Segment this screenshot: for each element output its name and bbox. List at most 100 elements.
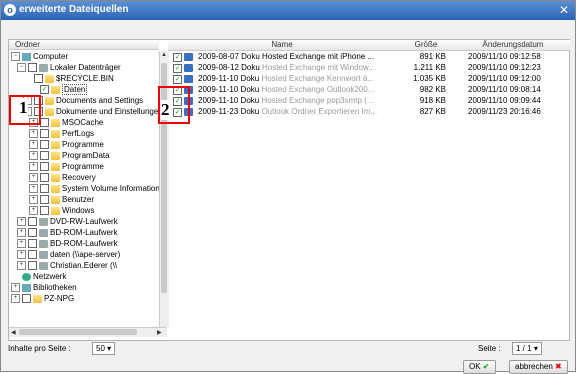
per-page-value: 50 — [96, 344, 105, 353]
tree-item[interactable]: + BD-ROM-Laufwerk — [17, 239, 118, 249]
modified-column-header[interactable]: Änderungsdatum — [456, 40, 570, 51]
tree-item[interactable]: $RECYCLE.BIN — [23, 74, 114, 84]
tree-item[interactable]: + BD-ROM-Laufwerk — [17, 228, 118, 238]
bd-drive-icon — [39, 239, 48, 248]
expand-icon[interactable]: + — [29, 140, 38, 150]
folder-icon — [51, 173, 60, 182]
page-select[interactable]: 1 / 1 ▾ — [512, 342, 542, 355]
size-column-header[interactable]: Größe — [396, 40, 456, 51]
scroll-right-icon[interactable]: ▶ — [157, 329, 162, 336]
expand-icon[interactable]: + — [11, 283, 20, 293]
tree-item[interactable]: + Christian.Ederer (\\ — [17, 261, 117, 271]
scroll-left-icon[interactable]: ◀ — [11, 329, 16, 336]
tree-checkbox[interactable] — [34, 74, 43, 84]
tree-item[interactable]: − Computer — [11, 52, 68, 62]
file-row[interactable]: ✓ 2009-11-10 Doku Hosted Exchange Outlook… — [168, 85, 570, 95]
tree-item[interactable]: + Programme — [29, 162, 104, 172]
file-checkbox[interactable]: ✓ — [173, 64, 182, 73]
document-icon — [184, 75, 193, 83]
tree-item[interactable]: + daten (\\ape-server) — [17, 250, 120, 260]
expand-icon[interactable]: + — [29, 162, 38, 172]
tree-checkbox[interactable] — [28, 250, 37, 260]
tree-checkbox[interactable] — [40, 195, 49, 205]
tree-item-label: Dokumente und Einstellungen — [56, 107, 159, 116]
tree-checkbox[interactable] — [22, 294, 31, 304]
tree-item[interactable]: − Lokaler Datenträger — [17, 63, 121, 73]
file-title: 2009-11-23 Doku — [198, 107, 262, 116]
tree-item-label: $RECYCLE.BIN — [56, 74, 114, 83]
close-icon[interactable]: ✕ — [559, 3, 569, 17]
tree-checkbox[interactable] — [28, 63, 37, 73]
expand-icon[interactable]: + — [29, 195, 38, 205]
folder-column-header[interactable]: Ordner — [9, 40, 159, 50]
collapse-icon[interactable]: − — [17, 63, 26, 73]
tree-item[interactable]: + DVD-RW-Laufwerk — [17, 217, 118, 227]
tree-item-label: BD-ROM-Laufwerk — [50, 228, 118, 237]
tree-checkbox[interactable] — [28, 239, 37, 249]
tree-item[interactable]: + ProgramData — [29, 151, 110, 161]
tree-item-label: BD-ROM-Laufwerk — [50, 239, 118, 248]
folder-icon — [51, 140, 60, 149]
tree-checkbox[interactable] — [40, 206, 49, 216]
collapse-icon[interactable]: − — [11, 52, 20, 62]
check-icon: ✔ — [482, 362, 490, 371]
expand-icon[interactable]: + — [17, 250, 26, 260]
file-title: 2009-11-10 Doku — [198, 85, 262, 94]
tree-item[interactable]: + Windows — [29, 206, 94, 216]
file-subject: Hosted Exchange Kennwort ä... — [261, 74, 374, 83]
tree-checkbox[interactable] — [40, 184, 49, 194]
document-icon — [184, 53, 193, 61]
tree-checkbox[interactable] — [28, 261, 37, 271]
tree-checkbox[interactable] — [40, 118, 49, 128]
dialog-window: o erweiterte Dateiquellen ✕ Ordner Name … — [0, 0, 576, 374]
tree-item[interactable]: Netzwerk — [11, 272, 66, 282]
computer-icon — [22, 52, 31, 61]
tree-item[interactable]: ✓ Daten — [29, 84, 88, 95]
expand-icon[interactable]: + — [17, 228, 26, 238]
tree-item-label: Recovery — [62, 173, 96, 182]
tree-checkbox[interactable] — [40, 151, 49, 161]
tree-item-label: Netzwerk — [33, 272, 67, 281]
tree-item[interactable]: + Bibliotheken — [11, 283, 77, 293]
tree-checkbox[interactable] — [40, 173, 49, 183]
name-column-header[interactable]: Name — [168, 40, 396, 51]
tree-item[interactable]: +Documents and Settings — [23, 96, 143, 106]
tree-checkbox[interactable] — [40, 140, 49, 150]
app-icon: o — [4, 4, 16, 16]
tree-item[interactable]: + PerfLogs — [29, 129, 94, 139]
file-row[interactable]: ✓ 2009-11-23 Doku Outlook Ordner Exportie… — [168, 107, 570, 117]
tree-item[interactable]: + Programme — [29, 140, 104, 150]
tree-checkbox[interactable]: ✓ — [40, 85, 49, 95]
expand-icon[interactable]: + — [17, 239, 26, 249]
expand-icon[interactable]: + — [29, 129, 38, 139]
expand-icon[interactable]: + — [29, 184, 38, 194]
tree-checkbox[interactable] — [28, 217, 37, 227]
file-name: 2009-08-12 Doku Hosted Exchange mit Wind… — [198, 63, 375, 73]
expand-icon[interactable]: + — [29, 206, 38, 216]
tree-item[interactable]: + PZ-NPG — [11, 294, 74, 304]
tree-horizontal-scrollbar[interactable]: ◀ ▶ — [9, 327, 167, 337]
file-row[interactable]: ✓ 2009-11-10 Doku Hosted Exchange Kennwor… — [168, 74, 570, 84]
tree-item[interactable]: + Benutzer — [29, 195, 94, 205]
tree-item[interactable]: + System Volume Information — [29, 184, 159, 194]
tree-checkbox[interactable] — [40, 129, 49, 139]
file-row[interactable]: ✓ 2009-08-07 Doku Hosted Exchange mit iPh… — [168, 52, 570, 62]
tree-checkbox[interactable] — [28, 228, 37, 238]
file-checkbox[interactable]: ✓ — [173, 53, 182, 62]
file-title: 2009-11-10 Doku — [198, 96, 262, 105]
expand-icon[interactable]: + — [11, 294, 20, 304]
file-row[interactable]: ✓ 2009-08-12 Doku Hosted Exchange mit Win… — [168, 63, 570, 73]
document-icon — [184, 64, 193, 72]
file-row[interactable]: ✓ 2009-11-10 Doku Hosted Exchange pop3smt… — [168, 96, 570, 106]
file-checkbox[interactable]: ✓ — [173, 75, 182, 84]
per-page-select[interactable]: 50 ▾ — [92, 342, 116, 355]
expand-icon[interactable]: + — [29, 173, 38, 183]
tree-item[interactable]: + Recovery — [29, 173, 96, 183]
scroll-up-icon[interactable]: ▲ — [161, 52, 167, 58]
tree-item[interactable]: +Dokumente und Einstellungen — [23, 107, 159, 117]
expand-icon[interactable]: + — [17, 261, 26, 271]
expand-icon[interactable]: + — [29, 151, 38, 161]
scroll-thumb-horizontal[interactable] — [19, 329, 137, 335]
expand-icon[interactable]: + — [17, 217, 26, 227]
tree-checkbox[interactable] — [40, 162, 49, 172]
